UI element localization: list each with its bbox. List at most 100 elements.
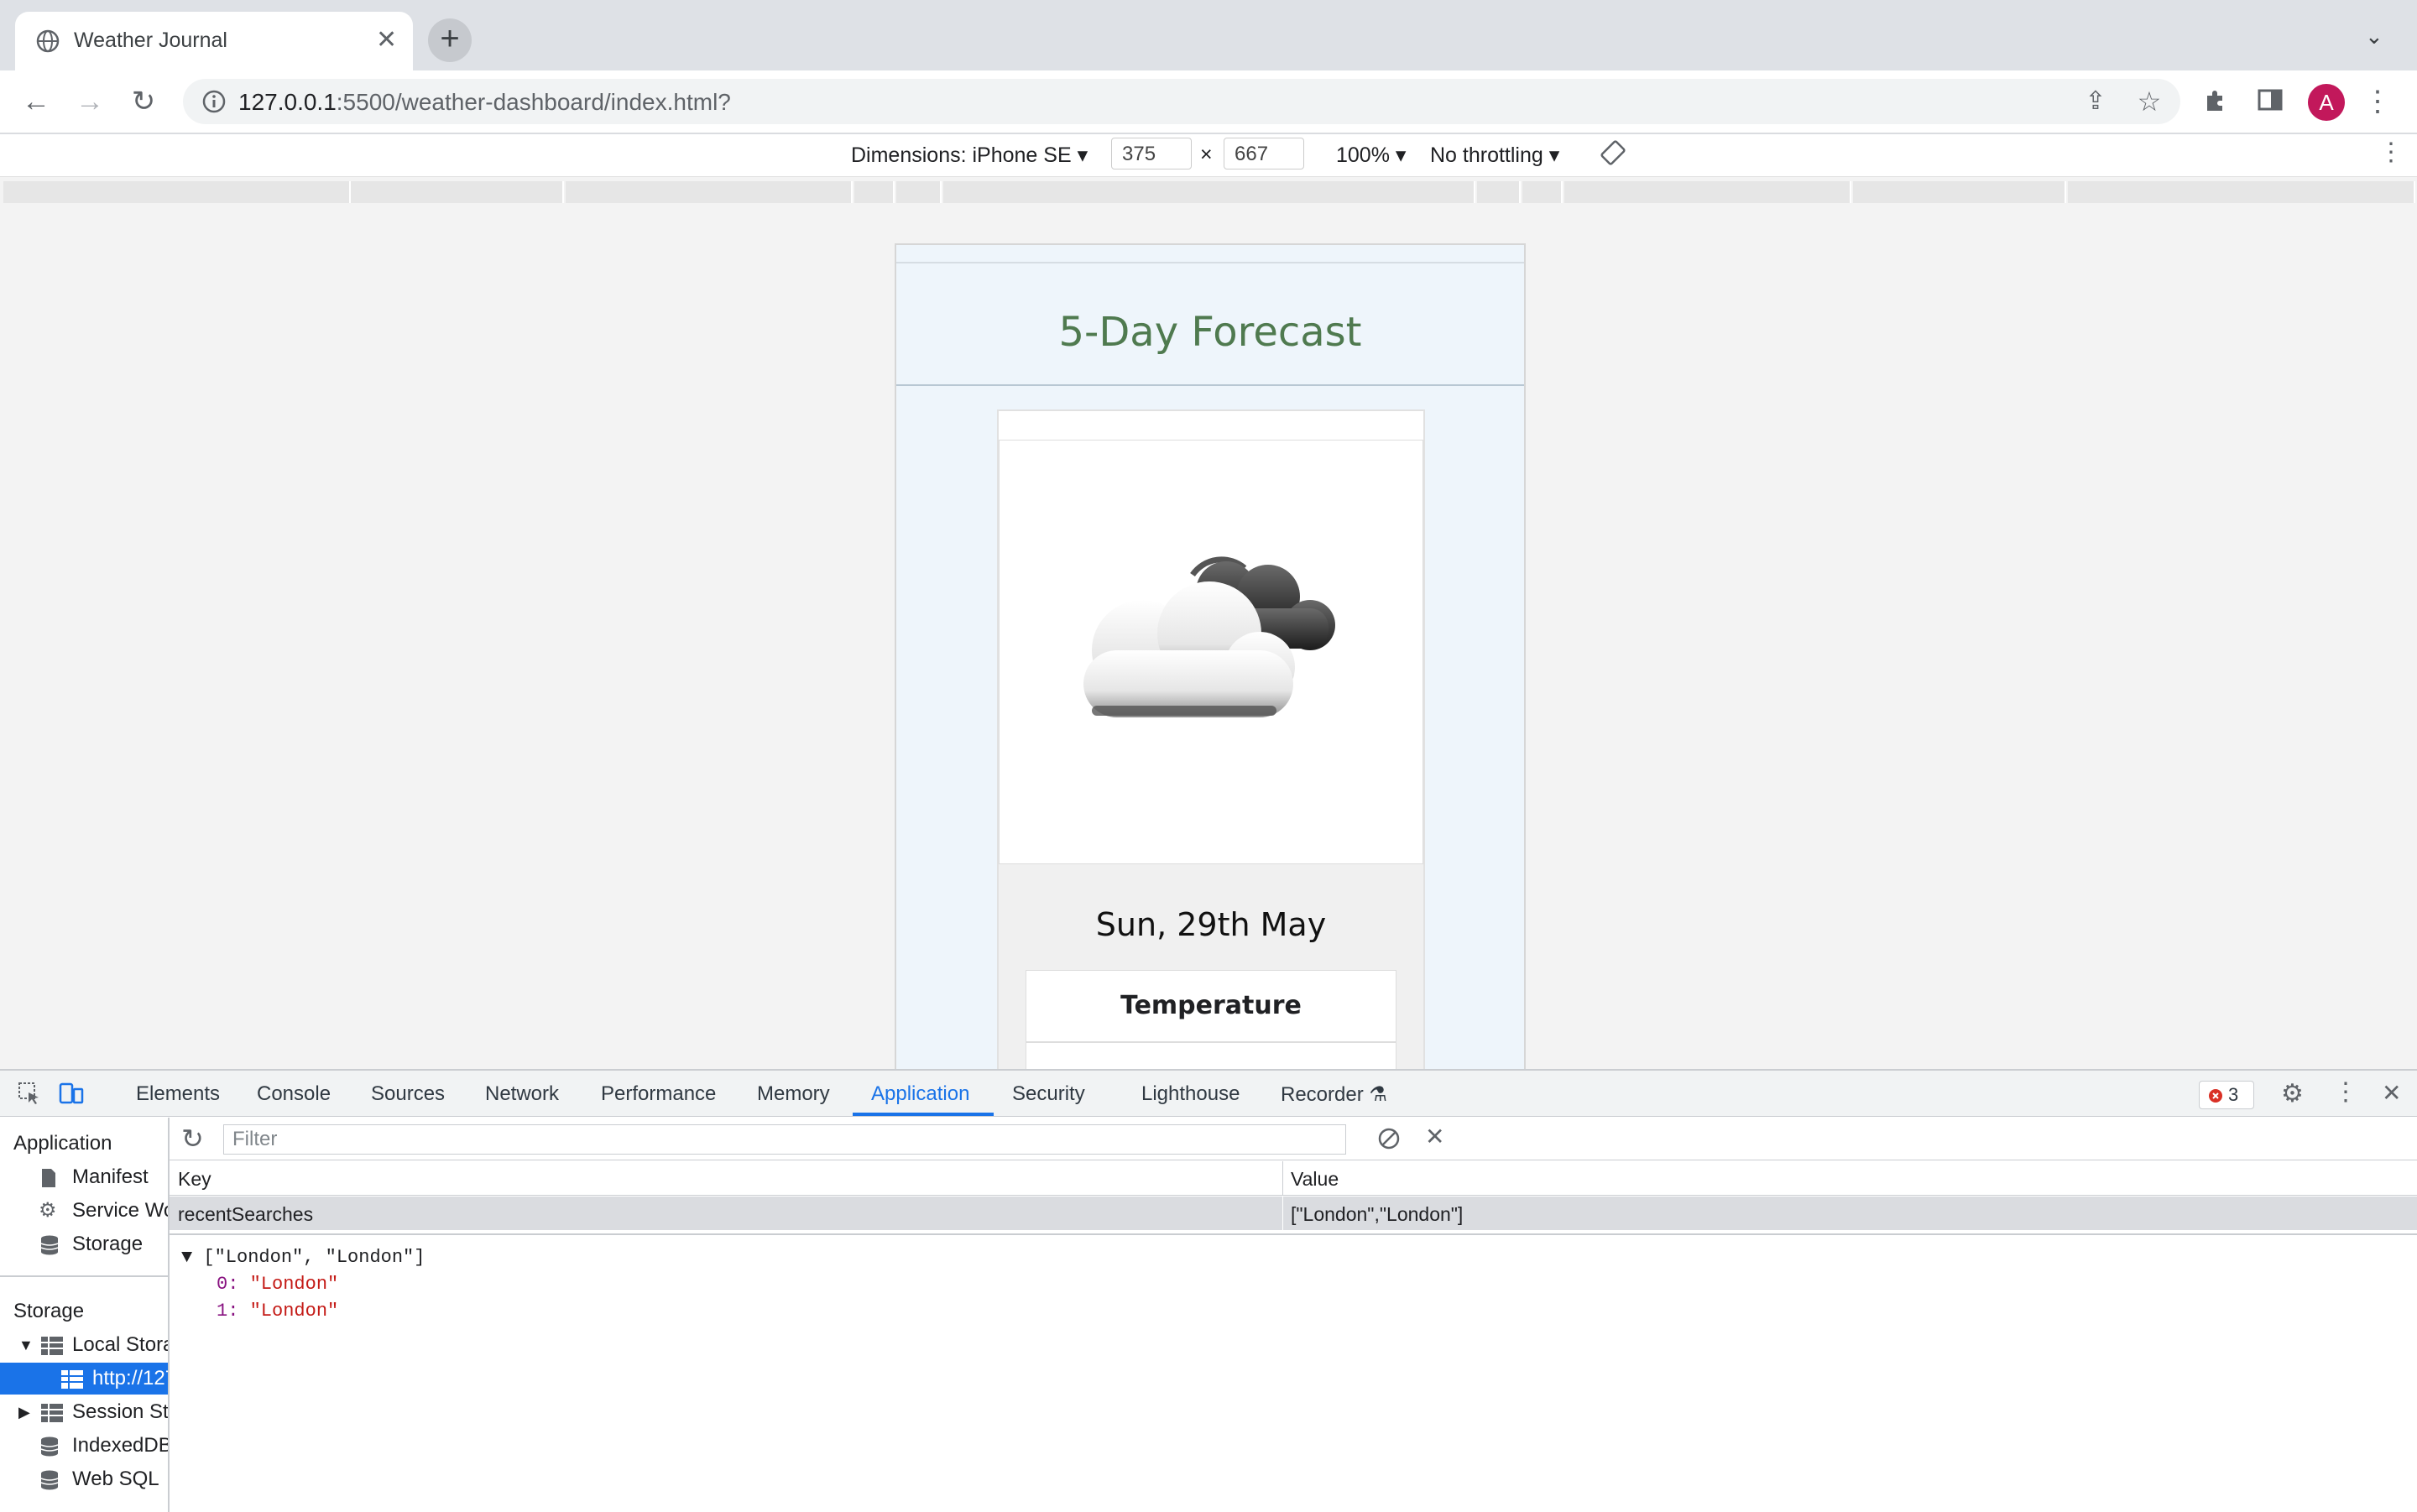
media-query-segment[interactable]	[351, 181, 564, 203]
media-query-segment[interactable]	[566, 181, 853, 203]
url-text: 127.0.0.1:5500/weather-dashboard/index.h…	[238, 89, 731, 116]
dropdown-caret-icon: ▾	[1077, 143, 1088, 167]
back-arrow-icon[interactable]: ←	[20, 86, 52, 117]
preview-summary[interactable]: ▼ ["London", "London"]	[181, 1247, 425, 1268]
sidebar-item-label: http://127.0.0.1:5500	[92, 1367, 168, 1389]
close-devtools-icon[interactable]: ✕	[2382, 1079, 2401, 1107]
clear-all-icon[interactable]	[1376, 1126, 1402, 1151]
key-column-header[interactable]: Key	[178, 1168, 211, 1191]
tab-memory[interactable]: Memory	[757, 1082, 830, 1106]
refresh-icon[interactable]: ↻	[181, 1123, 204, 1155]
sidebar-item-local-storage[interactable]: ▼ Local Storage	[0, 1329, 168, 1361]
filter-input[interactable]: Filter	[223, 1124, 1346, 1155]
rotate-icon[interactable]	[1600, 139, 1626, 166]
sidebar-item-label: Session Storage	[72, 1400, 168, 1423]
preview-colon: :	[227, 1274, 250, 1295]
gear-icon: ⚙	[39, 1199, 57, 1222]
browser-menu-icon[interactable]: ⋮	[2362, 86, 2394, 117]
address-bar[interactable]: 127.0.0.1:5500/weather-dashboard/index.h…	[183, 79, 2180, 124]
settings-gear-icon[interactable]: ⚙	[2281, 1079, 2304, 1108]
forecast-card: Sun, 29th May Temperature	[997, 409, 1425, 1072]
close-tab-icon[interactable]: ✕	[376, 25, 397, 55]
sidebar-item-service-workers[interactable]: ⚙ Service Workers	[0, 1195, 168, 1227]
media-query-segment[interactable]	[1522, 181, 1563, 203]
value-column-header[interactable]: Value	[1291, 1168, 1339, 1191]
media-query-segment[interactable]	[943, 181, 1475, 203]
sidebar-heading-storage: Storage	[13, 1300, 85, 1322]
tab-network[interactable]: Network	[485, 1082, 559, 1106]
media-query-segment[interactable]	[896, 181, 942, 203]
table-grid-icon	[40, 1336, 64, 1356]
dimensions-dropdown[interactable]: Dimensions: iPhone SE ▾	[851, 143, 1088, 168]
throttling-dropdown[interactable]: No throttling ▾	[1430, 143, 1559, 168]
sidebar-item-label: Local Storage	[72, 1333, 168, 1356]
zoom-dropdown[interactable]: 100% ▾	[1336, 143, 1406, 168]
forward-arrow-icon[interactable]: →	[74, 86, 106, 117]
zoom-label: 100%	[1336, 143, 1390, 167]
row-key[interactable]: recentSearches	[178, 1203, 313, 1226]
preview-index: 1	[217, 1301, 228, 1322]
collapse-triangle-icon[interactable]: ▼	[181, 1247, 192, 1268]
preview-value: "London"	[249, 1274, 339, 1295]
sidebar-item-label: Web SQL	[72, 1468, 159, 1490]
devtools-menu-icon[interactable]: ⋮	[2333, 1077, 2358, 1107]
url-host: 127.0.0.1	[238, 89, 337, 115]
tab-performance[interactable]: Performance	[601, 1082, 716, 1106]
tab-security[interactable]: Security	[1012, 1082, 1085, 1106]
viewport-height-input[interactable]: 667	[1224, 138, 1304, 169]
media-query-segment[interactable]	[1477, 181, 1521, 203]
side-panel-icon[interactable]	[2256, 86, 2288, 117]
preview-item: 1: "London"	[217, 1301, 338, 1322]
sidebar-item-label: Service Workers	[72, 1199, 168, 1222]
sidebar-item-session-storage[interactable]: ▶ Session Storage	[0, 1396, 168, 1428]
preview-item: 0: "London"	[217, 1274, 338, 1295]
media-query-bar[interactable]	[0, 178, 2417, 208]
device-toggle-icon[interactable]	[59, 1081, 84, 1106]
preview-summary-text: ["London", "London"]	[203, 1247, 425, 1268]
devtools-panel: Elements Console Sources Network Perform…	[0, 1069, 2417, 1512]
media-query-segment[interactable]	[1853, 181, 2066, 203]
sidebar-item-storage[interactable]: Storage	[0, 1228, 168, 1260]
inspect-element-icon[interactable]	[17, 1081, 42, 1106]
delete-selected-icon[interactable]: ✕	[1425, 1123, 1444, 1150]
column-divider[interactable]	[1282, 1161, 1283, 1195]
sidebar-heading-application: Application	[13, 1132, 112, 1155]
profile-avatar[interactable]: A	[2308, 84, 2345, 121]
storage-table-header: Key Value	[170, 1161, 2417, 1196]
media-query-segment[interactable]	[1564, 181, 1851, 203]
sidebar-item-web-sql[interactable]: Web SQL	[0, 1463, 168, 1495]
column-divider	[1282, 1197, 1283, 1230]
dropdown-caret-icon: ▾	[1395, 143, 1407, 167]
media-query-segment[interactable]	[2068, 181, 2415, 203]
tab-lighthouse[interactable]: Lighthouse	[1141, 1082, 1240, 1106]
table-row[interactable]: recentSearches ["London","London"]	[170, 1197, 2417, 1230]
row-value[interactable]: ["London","London"]	[1291, 1203, 1463, 1226]
browser-tab[interactable]: Weather Journal ✕	[15, 12, 413, 72]
share-icon[interactable]: ⇪	[2080, 86, 2112, 117]
extensions-puzzle-icon[interactable]	[2202, 86, 2234, 117]
table-grid-icon	[60, 1369, 84, 1389]
tab-recorder[interactable]: Recorder ⚗	[1281, 1082, 1387, 1107]
sidebar-item-local-storage-origin[interactable]: http://127.0.0.1:5500	[0, 1363, 168, 1395]
preview-value: "London"	[249, 1301, 339, 1322]
tab-search-chevron-icon[interactable]: ⌄	[2365, 23, 2383, 50]
device-toolbar-menu-icon[interactable]: ⋮	[2378, 138, 2404, 167]
media-query-segment[interactable]	[3, 181, 351, 203]
tab-application[interactable]: Application	[871, 1082, 969, 1106]
bookmark-star-icon[interactable]: ☆	[2133, 86, 2165, 117]
media-query-segment[interactable]	[854, 181, 895, 203]
new-tab-button[interactable]: +	[428, 18, 472, 62]
expand-triangle-icon[interactable]: ▼	[18, 1329, 34, 1361]
file-icon	[40, 1168, 57, 1188]
sidebar-item-label: Storage	[72, 1233, 144, 1255]
throttling-label: No throttling	[1430, 143, 1543, 167]
expand-triangle-icon[interactable]: ▶	[18, 1396, 30, 1428]
tab-console[interactable]: Console	[257, 1082, 331, 1106]
sidebar-item-indexeddb[interactable]: IndexedDB	[0, 1430, 168, 1462]
viewport-width-input[interactable]: 375	[1111, 138, 1192, 169]
site-info-icon[interactable]	[200, 87, 228, 116]
tab-elements[interactable]: Elements	[136, 1082, 220, 1106]
error-count-badge[interactable]: 3	[2199, 1081, 2254, 1109]
tab-sources[interactable]: Sources	[371, 1082, 445, 1106]
reload-icon[interactable]: ↻	[128, 86, 159, 117]
